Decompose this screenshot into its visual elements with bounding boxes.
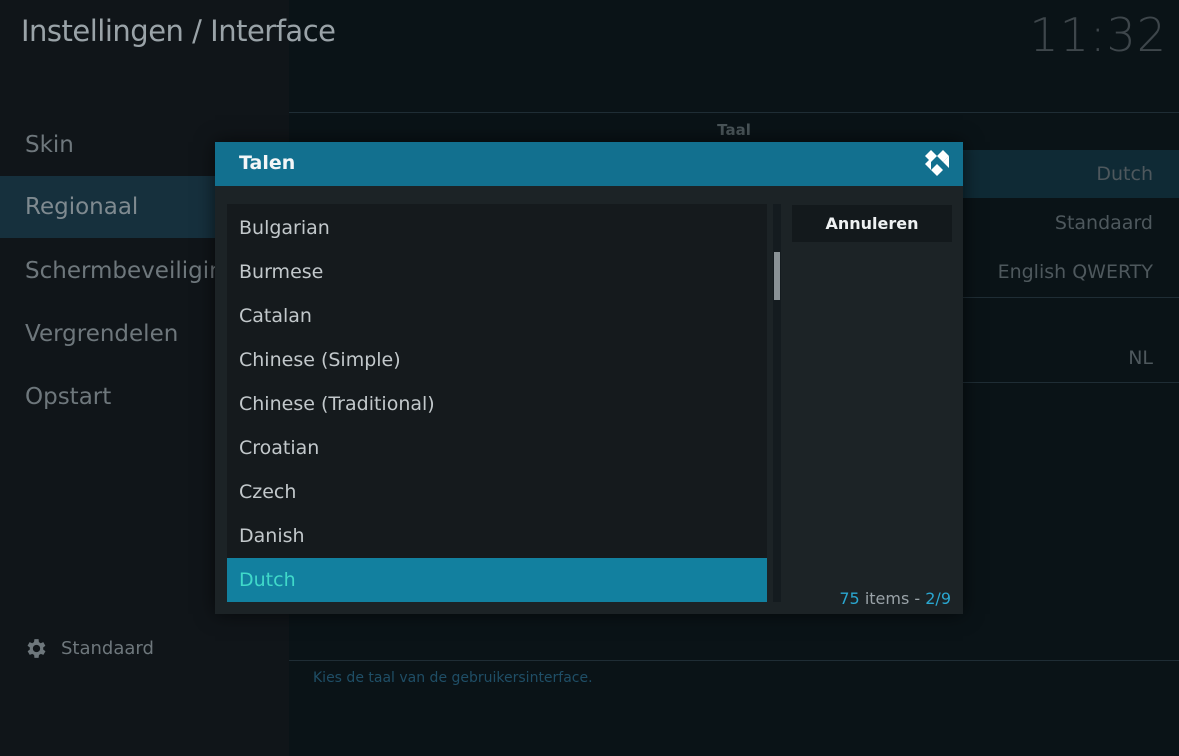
list-item[interactable]: Czech — [227, 470, 767, 514]
section-label: Taal — [717, 121, 751, 139]
list-item[interactable]: Danish — [227, 514, 767, 558]
list-item[interactable]: Bulgarian — [227, 206, 767, 250]
item-count-total: 75 — [839, 589, 860, 608]
list-item[interactable]: Chinese (Traditional) — [227, 382, 767, 426]
kodi-logo-icon — [925, 150, 949, 176]
setting-value-language[interactable]: Dutch — [1096, 163, 1153, 185]
setting-value-region[interactable]: NL — [1128, 347, 1153, 369]
settings-level-label: Standaard — [61, 637, 154, 659]
page-title: Instellingen / Interface — [21, 14, 336, 48]
dialog-header: Talen — [215, 142, 963, 186]
page-indicator: 2/9 — [925, 589, 951, 608]
list-item[interactable]: Croatian — [227, 426, 767, 470]
clock: 11:32 — [1029, 8, 1167, 62]
cancel-button[interactable]: Annuleren — [792, 205, 952, 242]
gear-icon — [27, 638, 46, 658]
item-count-label: items - — [859, 589, 926, 608]
list-item[interactable]: Burmese — [227, 250, 767, 294]
scrollbar-thumb[interactable] — [774, 252, 780, 300]
divider — [289, 112, 1179, 113]
list-item[interactable]: Chinese (Simple) — [227, 338, 767, 382]
item-count: 75 items - 2/9 — [839, 589, 951, 608]
settings-level-button[interactable]: Standaard — [24, 634, 154, 662]
setting-value-keyboard[interactable]: Standaard — [1055, 212, 1153, 234]
list-item-selected[interactable]: Dutch — [227, 558, 767, 602]
setting-hint: Kies de taal van de gebruikersinterface. — [313, 670, 593, 686]
setting-value-layout[interactable]: English QWERTY — [998, 261, 1153, 283]
list-item[interactable]: Catalan — [227, 294, 767, 338]
divider — [289, 660, 1179, 661]
dialog-title: Talen — [239, 152, 296, 174]
